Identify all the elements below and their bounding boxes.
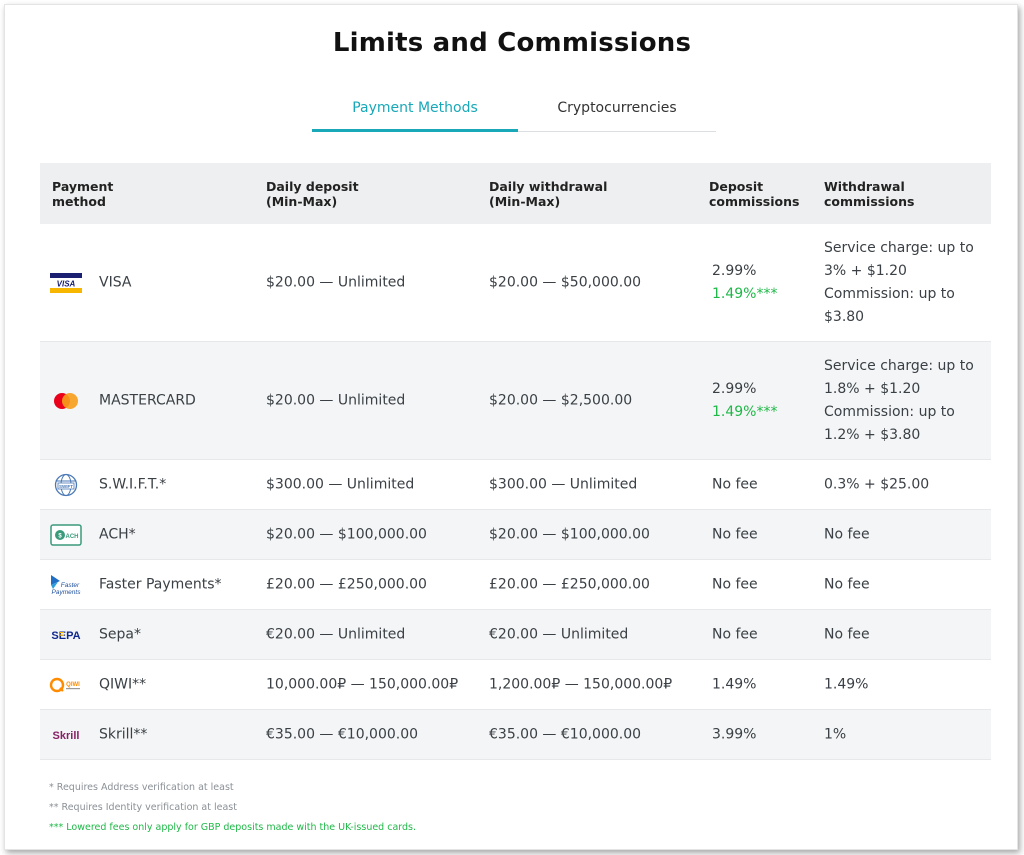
table-row: SWIFT S.W.I.F.T.* $300.00 — Unlimited $3… [40, 460, 991, 510]
table-row: MASTERCARD $20.00 — Unlimited $20.00 — $… [40, 342, 991, 460]
deposit-commission: 1.49% [712, 676, 757, 692]
deposit-commission: 2.99% 1.49%*** [712, 380, 778, 420]
footnote-identity: ** Requires Identity verification at lea… [49, 802, 237, 813]
daily-withdrawal: 1,200.00₽ — 150,000.00₽ [489, 676, 673, 692]
method-name: MASTERCARD [99, 392, 196, 408]
header-daily-deposit: Daily deposit (Min-Max) [266, 179, 359, 209]
faster-payments-icon: Faster Payments [49, 573, 83, 597]
withdrawal-commission: Service charge: up to 3% + $1.20 Commissio… [824, 239, 974, 325]
withdrawal-commission: 1% [824, 726, 847, 742]
table-row: VISA VISA $20.00 — Unlimited $20.00 — $5… [40, 224, 991, 342]
daily-withdrawal: $20.00 — $2,500.00 [489, 392, 633, 408]
daily-deposit: 10,000.00₽ — 150,000.00₽ [266, 676, 459, 692]
daily-deposit: $300.00 — Unlimited [266, 476, 415, 492]
method-name: Skrill** [99, 726, 148, 742]
deposit-commission: No fee [712, 576, 758, 592]
sepa-icon: SEPA [49, 623, 83, 647]
svg-text:Faster: Faster [61, 582, 80, 589]
table-row: Skrill Skrill** €35.00 — €10,000.00 €35.… [40, 710, 991, 760]
table-row: QIWI QIWI** 10,000.00₽ — 150,000.00₽ 1,2… [40, 660, 991, 710]
svg-text:SWIFT: SWIFT [59, 484, 73, 489]
withdrawal-commission: No fee [824, 526, 870, 542]
tab-cryptocurrencies[interactable]: Cryptocurrencies [518, 92, 716, 132]
footnote-lowered-fees: *** Lowered fees only apply for GBP depo… [49, 822, 417, 833]
skrill-icon: Skrill [49, 723, 83, 747]
header-payment-method: Payment method [52, 179, 114, 209]
daily-withdrawal: $300.00 — Unlimited [489, 476, 638, 492]
svg-text:VISA: VISA [57, 279, 76, 288]
method-name: VISA [99, 274, 132, 290]
header-deposit-commissions: Deposit commissions [709, 179, 800, 209]
daily-deposit: £20.00 — £250,000.00 [266, 576, 427, 592]
withdrawal-commission: 1.49% [824, 676, 869, 692]
withdrawal-commission: Service charge: up to 1.8% + $1.20 Commiss… [824, 357, 974, 443]
method-name: Sepa* [99, 626, 141, 642]
method-name: Faster Payments* [99, 576, 222, 592]
svg-text:Skrill: Skrill [53, 730, 80, 742]
table-row: Faster Payments Faster Payments* £20.00 … [40, 560, 991, 610]
deposit-commission: No fee [712, 526, 758, 542]
method-name: ACH* [99, 526, 136, 542]
svg-text:ACH: ACH [66, 534, 79, 540]
daily-deposit: €20.00 — Unlimited [266, 626, 406, 642]
visa-icon: VISA [49, 271, 83, 295]
daily-withdrawal: £20.00 — £250,000.00 [489, 576, 650, 592]
tab-bar: Payment Methods Cryptocurrencies [312, 92, 716, 132]
withdrawal-commission: 0.3% + $25.00 [824, 476, 930, 492]
withdrawal-commission: No fee [824, 576, 870, 592]
daily-deposit: $20.00 — Unlimited [266, 274, 406, 290]
withdrawal-commission: No fee [824, 626, 870, 642]
limits-table: Payment method Daily deposit (Min-Max) Dai… [40, 163, 991, 760]
page-title: Limits and Commissions [332, 28, 692, 58]
header-daily-withdrawal: Daily withdrawal (Min-Max) [489, 179, 608, 209]
svg-text:QIWI: QIWI [66, 682, 80, 688]
daily-withdrawal: €35.00 — €10,000.00 [489, 726, 642, 742]
deposit-commission: No fee [712, 476, 758, 492]
table-header: Payment method Daily deposit (Min-Max) Dai… [40, 163, 991, 224]
daily-withdrawal: $20.00 — $50,000.00 [489, 274, 642, 290]
deposit-commission: 2.99% 1.49%*** [712, 262, 778, 302]
daily-withdrawal: €20.00 — Unlimited [489, 626, 629, 642]
method-name: QIWI** [99, 676, 147, 692]
deposit-commission: No fee [712, 626, 758, 642]
daily-deposit: €35.00 — €10,000.00 [266, 726, 419, 742]
header-withdrawal-commissions: Withdrawal commissions [824, 179, 915, 209]
mastercard-icon [49, 389, 83, 413]
method-name: S.W.I.F.T.* [99, 476, 167, 492]
daily-deposit: $20.00 — $100,000.00 [266, 526, 427, 542]
daily-deposit: $20.00 — Unlimited [266, 392, 406, 408]
svg-text:Payments: Payments [52, 589, 82, 596]
table-row: SEPA Sepa* €20.00 — Unlimited €20.00 — U… [40, 610, 991, 660]
svg-text:SEPA: SEPA [51, 630, 80, 642]
deposit-commission: 3.99% [712, 726, 757, 742]
tab-payment-methods[interactable]: Payment Methods [312, 92, 518, 132]
daily-withdrawal: $20.00 — $100,000.00 [489, 526, 650, 542]
qiwi-icon: QIWI [49, 673, 83, 697]
footnote-address: * Requires Address verification at least [49, 782, 234, 793]
table-row: $ ACH ACH* $20.00 — $100,000.00 $20.00 —… [40, 510, 991, 560]
ach-icon: $ ACH [49, 523, 83, 547]
swift-icon: SWIFT [49, 473, 83, 497]
